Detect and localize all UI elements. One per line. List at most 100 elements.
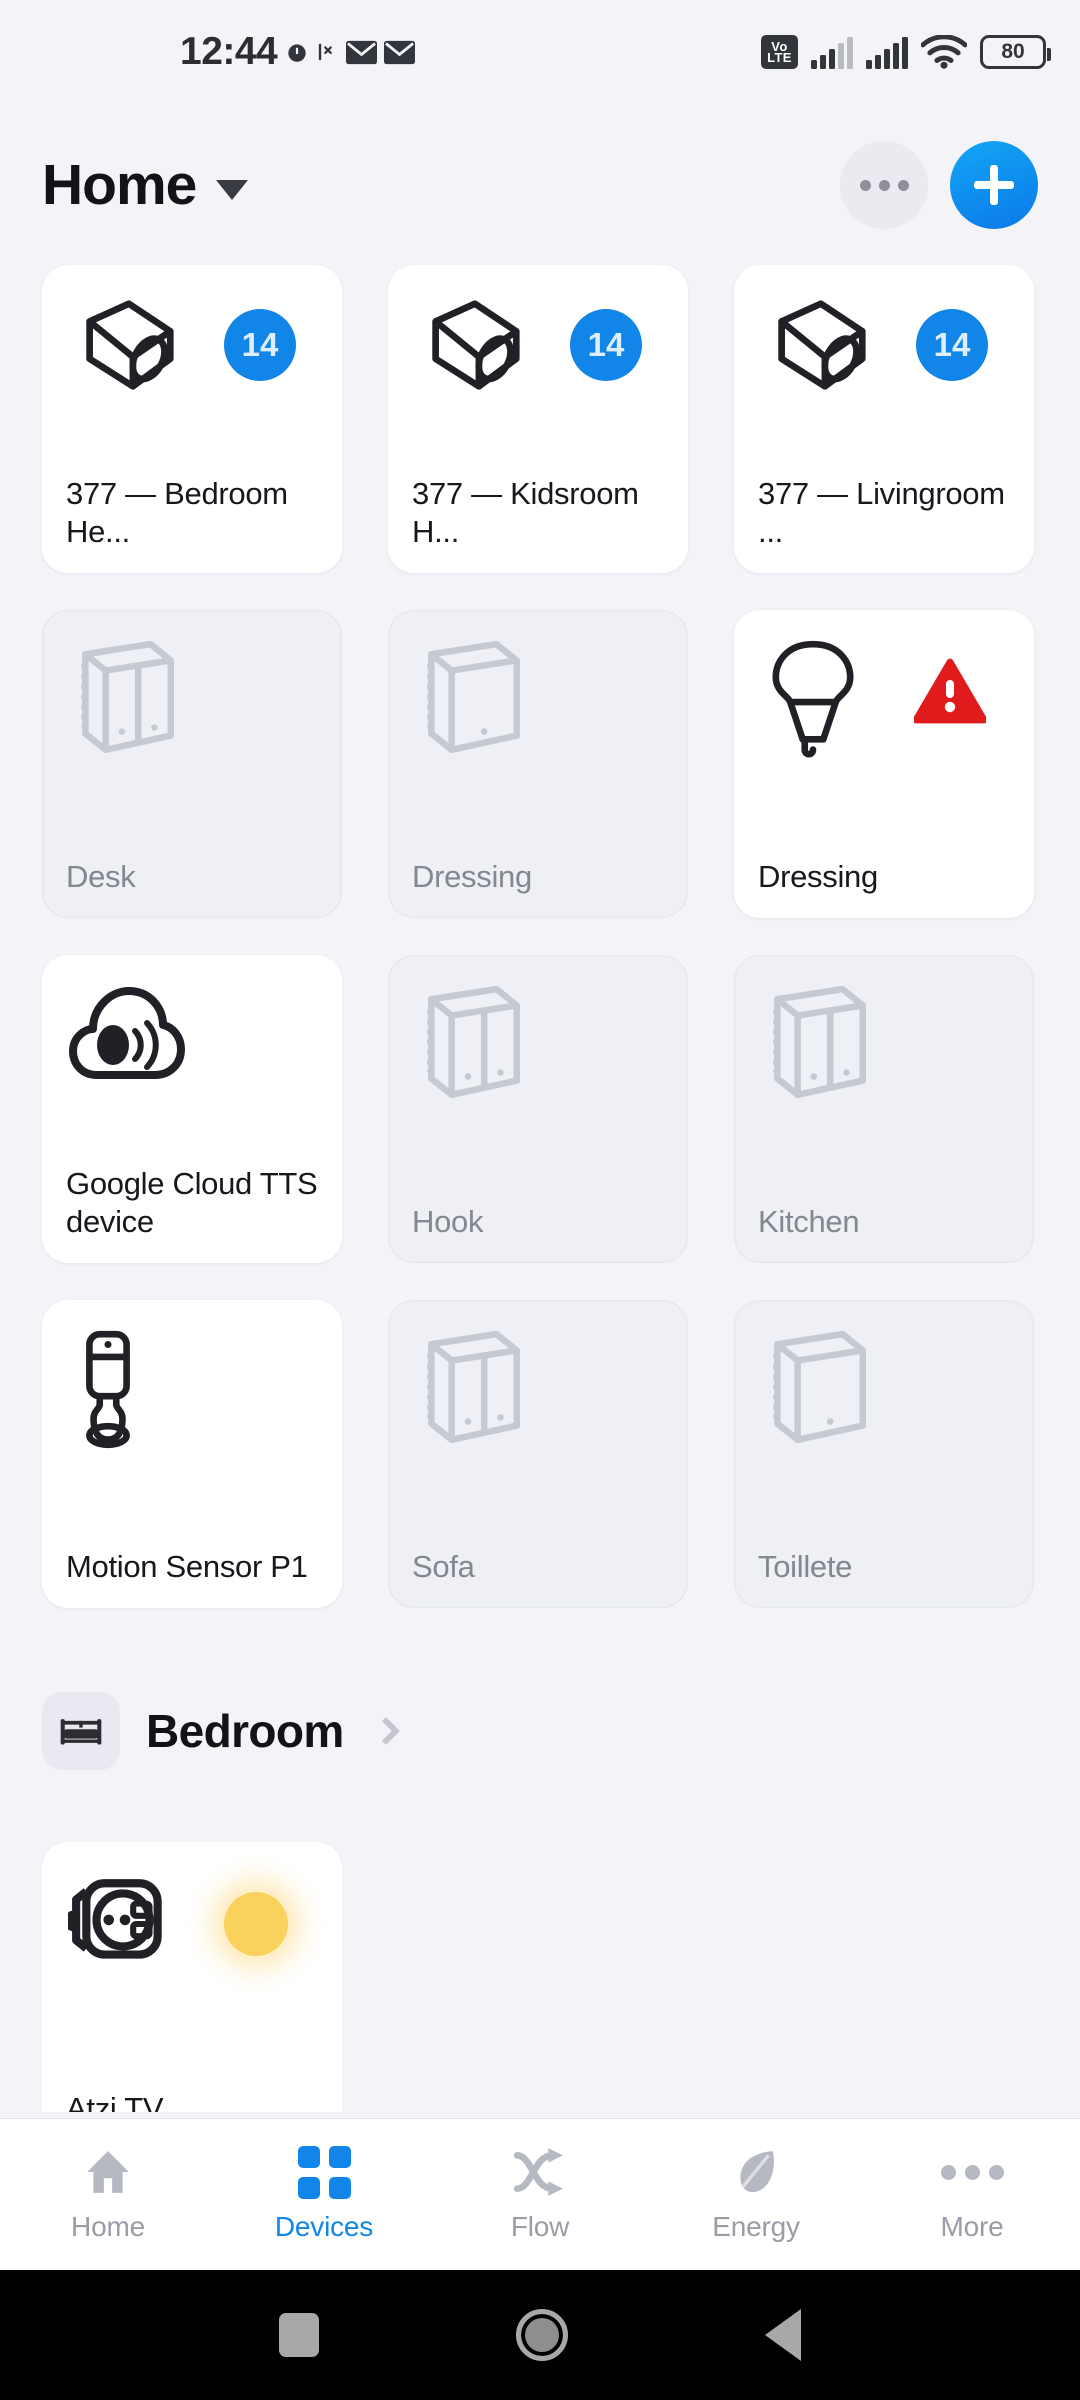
nav-item-energy[interactable]: Energy: [648, 2146, 864, 2243]
motion-sensor-icon: [68, 1328, 148, 1457]
status-badge: 14: [570, 309, 642, 381]
page-title: Home: [42, 153, 197, 217]
device-card-top: [66, 1324, 318, 1464]
volte-icon: Vo LTE: [761, 35, 798, 69]
mail-icon: [384, 40, 416, 64]
alarm-icon: [288, 44, 306, 62]
nav-item-home[interactable]: Home: [0, 2146, 216, 2243]
device-card-top: [758, 1324, 1010, 1464]
device-card[interactable]: 14 377 — Bedroom He...: [42, 265, 342, 573]
wall-switch-double-icon: [414, 983, 530, 1110]
more-options-button[interactable]: [840, 141, 928, 229]
device-card-top: [412, 634, 664, 774]
device-name: Motion Sensor P1: [66, 1549, 308, 1584]
status-bar: 12:44 Vo LTE 80: [0, 0, 1080, 104]
device-card[interactable]: Hook: [388, 955, 688, 1263]
signal-icon: [811, 37, 853, 69]
app-header: Home: [0, 120, 1080, 250]
device-card[interactable]: Atzi TV: [42, 1842, 342, 2112]
device-card[interactable]: Desk: [42, 610, 342, 918]
device-name: Google Cloud TTS device: [66, 1166, 318, 1239]
back-button[interactable]: [765, 2309, 802, 2361]
device-name: Sofa: [412, 1549, 475, 1584]
device-name: Atzi TV: [66, 2091, 164, 2112]
device-card-top: [758, 634, 1010, 774]
device-name: Dressing: [758, 859, 878, 894]
volte-bottom-text: LTE: [767, 50, 792, 65]
wall-switch-single-icon: [414, 638, 530, 765]
mute-icon: [319, 43, 333, 61]
device-card[interactable]: 14 377 — Kidsroom H...: [388, 265, 688, 573]
smart-plug-icon: [66, 1870, 178, 1983]
thermostat-valve-icon: [68, 293, 186, 406]
warning-icon: [912, 658, 988, 729]
recents-button[interactable]: [278, 2313, 319, 2357]
thermostat-valve-icon: [760, 293, 878, 406]
nav-label: Energy: [712, 2211, 800, 2242]
status-indicator: [224, 1892, 288, 1956]
chevron-down-icon[interactable]: [216, 180, 249, 200]
nav-item-flow[interactable]: Flow: [432, 2146, 648, 2243]
nav-label: Devices: [274, 2211, 374, 2242]
android-navigation-bar: [0, 2270, 1080, 2400]
status-clock: 12:44: [180, 30, 278, 73]
phone-screen: 12:44 Vo LTE 80 Home 14 377 — Bedroom He…: [0, 0, 1080, 2400]
status-badge: 14: [224, 309, 296, 381]
signal-icon: [866, 37, 908, 69]
nav-item-devices[interactable]: Devices: [216, 2145, 432, 2243]
grid-squares-icon: [297, 2145, 351, 2199]
device-card-top: 14: [66, 289, 318, 429]
ellipsis-icon: [859, 179, 909, 191]
add-device-button[interactable]: [950, 141, 1038, 229]
device-card-top: [66, 634, 318, 774]
device-card[interactable]: Dressing: [388, 610, 688, 918]
device-card[interactable]: Kitchen: [734, 955, 1034, 1263]
zone-title: Bedroom: [146, 1705, 344, 1757]
device-card[interactable]: 14 377 — Livingroom ...: [734, 265, 1034, 573]
device-card[interactable]: Dressing: [734, 610, 1034, 918]
device-card-top: [758, 979, 1010, 1119]
nav-label: Home: [71, 2211, 145, 2242]
device-card-top: [66, 979, 318, 1119]
device-card[interactable]: Motion Sensor P1: [42, 1300, 342, 1608]
zone-device-list: Atzi TV: [42, 1842, 342, 2112]
wall-switch-double-icon: [760, 983, 876, 1110]
battery-icon: 80: [980, 35, 1051, 69]
device-card-top: 14: [412, 289, 664, 429]
device-card-top: [412, 1324, 664, 1464]
wall-switch-single-icon: [760, 1328, 876, 1455]
chevron-right-icon[interactable]: [371, 1716, 400, 1746]
cloud-speaker-icon: [68, 983, 186, 1092]
nav-label: More: [940, 2211, 1004, 2242]
device-card-top: [66, 1866, 318, 2006]
wall-switch-double-icon: [414, 1328, 530, 1455]
wall-switch-double-icon: [68, 638, 184, 765]
mail-icon: [346, 40, 378, 64]
plus-icon: [974, 165, 1014, 205]
device-name: Dressing: [412, 859, 532, 894]
device-name: 377 — Livingroom ...: [758, 476, 1005, 549]
nav-item-more[interactable]: More: [864, 2146, 1080, 2243]
device-card[interactable]: Toillete: [734, 1300, 1034, 1608]
device-name: Desk: [66, 859, 136, 894]
device-name: Toillete: [758, 1549, 853, 1584]
bottom-navigation: Home Devices Flow Energy More: [0, 2118, 1080, 2270]
device-name: Hook: [412, 1204, 484, 1239]
device-name: 377 — Kidsroom H...: [412, 476, 639, 549]
device-card[interactable]: Google Cloud TTS device: [42, 955, 342, 1263]
thermostat-valve-icon: [414, 293, 532, 406]
device-name: 377 — Bedroom He...: [66, 476, 288, 549]
home-button[interactable]: [515, 2309, 568, 2361]
bed-icon: [42, 1692, 120, 1770]
ellipsis-icon: [940, 2146, 1004, 2198]
device-name: Kitchen: [758, 1204, 860, 1239]
zone-header-bedroom[interactable]: Bedroom: [42, 1692, 400, 1770]
device-card[interactable]: Sofa: [388, 1300, 688, 1608]
leaf-icon: [733, 2146, 779, 2198]
device-card-top: [412, 979, 664, 1119]
home-selector[interactable]: Home: [42, 152, 249, 218]
device-grid: 14 377 — Bedroom He... 14 377 — Kidsroom…: [42, 265, 1080, 1608]
wifi-icon: [921, 35, 967, 69]
light-bulb-icon: [760, 638, 866, 767]
battery-level-text: 80: [1001, 40, 1025, 63]
